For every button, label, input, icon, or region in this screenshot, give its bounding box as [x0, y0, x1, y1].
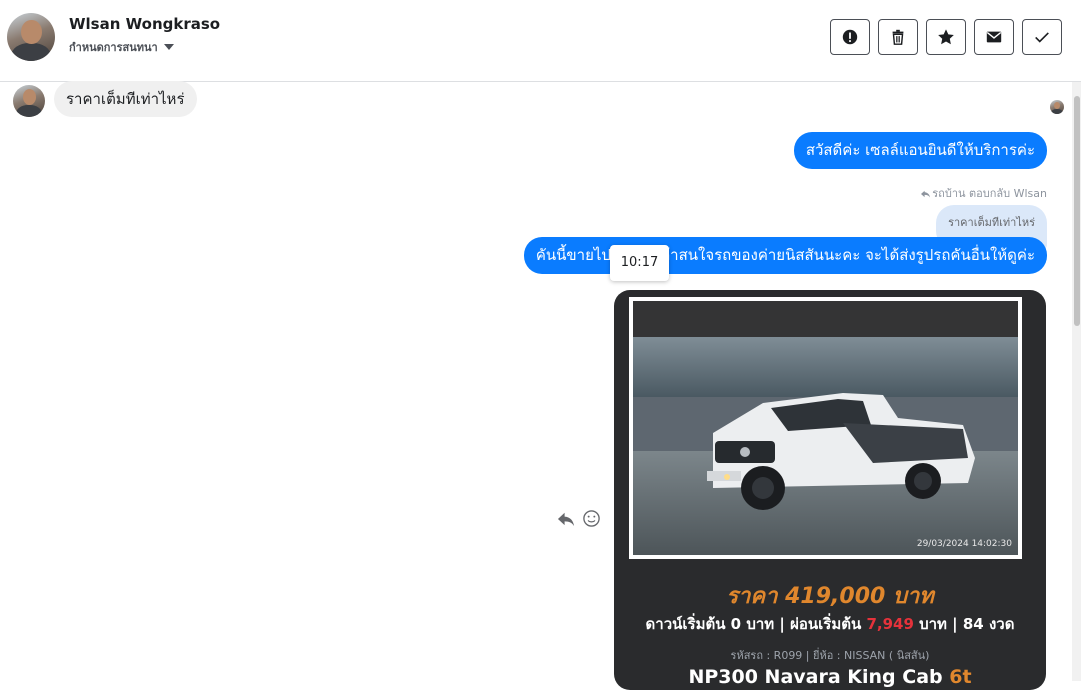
outgoing-reply-bubble[interactable]: คันนี้ขายไปแล้วค่ะ ถ้าสนใจรถของค่ายนิสสั… [523, 237, 1047, 274]
listing-terms: ดาวน์เริ่มต้น 0 บาท | ผ่อนเริ่มต้น 7,949… [614, 612, 1046, 636]
car-photo-frame: 29/03/2024 14:02:30 [629, 297, 1022, 559]
photo-timestamp: 29/03/2024 14:02:30 [916, 539, 1012, 549]
model-name: NP300 Navara King Cab [688, 666, 943, 688]
contact-avatar[interactable] [7, 13, 55, 61]
model-suffix: 6t [949, 666, 972, 688]
alert-icon [842, 29, 858, 45]
envelope-icon [986, 31, 1002, 43]
mark-unread-button[interactable] [974, 19, 1014, 55]
terms-prefix: ดาวน์เริ่มต้น 0 บาท | ผ่อนเริ่มต้น [645, 615, 867, 633]
incoming-message-bubble[interactable]: ราคาเต็มทีเท่าไหร่ [54, 81, 197, 117]
reply-arrow-icon [921, 190, 931, 198]
contact-name[interactable]: Wlsan Wongkraso [69, 15, 220, 33]
star-button[interactable] [926, 19, 966, 55]
conversation-header: Wlsan Wongkraso กำหนดการสนทนา [0, 0, 1081, 82]
mark-spam-button[interactable] [830, 19, 870, 55]
check-icon [1035, 32, 1049, 43]
smiley-icon[interactable] [582, 509, 601, 528]
trash-icon [892, 29, 904, 45]
sender-avatar [13, 85, 45, 117]
reply-meta: รถบ้าน ตอบกลับ Wlsan [921, 184, 1047, 202]
star-icon [938, 29, 954, 45]
mark-done-button[interactable] [1022, 19, 1062, 55]
conversation-subtitle: กำหนดการสนทนา [69, 41, 158, 54]
listing-model: NP300 Navara King Cab 6t [614, 666, 1046, 688]
terms-suffix: บาท | 84 งวด [913, 615, 1015, 633]
installment-amount: 7,949 [866, 615, 914, 633]
car-listing-card[interactable]: 29/03/2024 14:02:30 ราคา 419,000 บาท ดาว… [614, 290, 1046, 690]
reply-icon[interactable] [557, 509, 576, 528]
pickup-truck-image [707, 393, 975, 510]
reply-meta-text: รถบ้าน ตอบกลับ Wlsan [932, 187, 1047, 200]
delete-button[interactable] [878, 19, 918, 55]
scrollbar-thumb[interactable] [1074, 96, 1080, 326]
seen-indicator-avatar [1050, 100, 1064, 114]
conversation-subtitle-dropdown[interactable]: กำหนดการสนทนา [69, 38, 174, 56]
message-actions [557, 509, 601, 528]
car-photo[interactable]: 29/03/2024 14:02:30 [633, 301, 1018, 555]
listing-specs: รหัสรถ : R099 | ยี่ห้อ : NISSAN ( นิสสัน… [730, 649, 930, 662]
listing-price: ราคา 419,000 บาท [726, 584, 934, 609]
outgoing-greeting-bubble[interactable]: สวัสดีค่ะ เซลล์แอนยินดีให้บริการค่ะ [793, 132, 1047, 169]
timestamp-tooltip: 10:17 [610, 245, 669, 281]
caret-down-icon [163, 44, 174, 50]
